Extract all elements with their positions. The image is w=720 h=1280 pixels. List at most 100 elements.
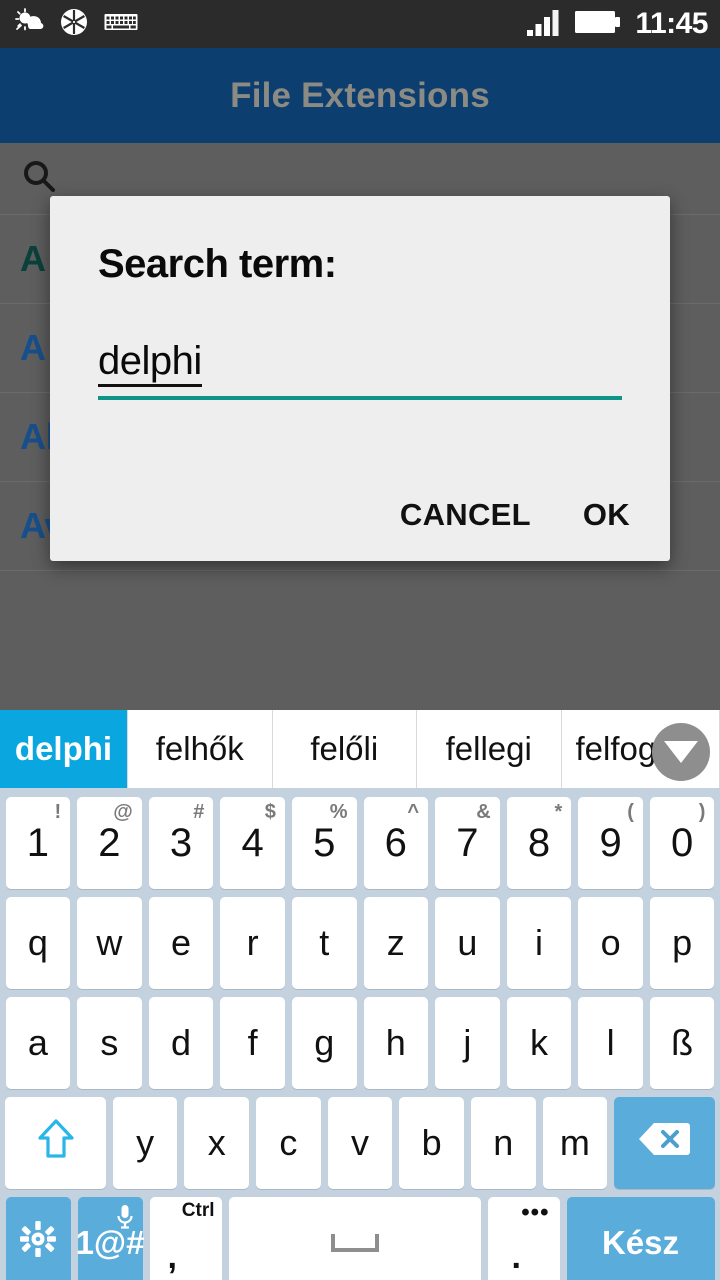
key-sup: $ bbox=[264, 801, 276, 823]
ok-button[interactable]: OK bbox=[583, 497, 630, 533]
key-q[interactable]: q bbox=[5, 897, 71, 989]
key-label: 8 bbox=[527, 820, 551, 865]
suggestion-strip: delphi felhők felőli fellegi felfogi bbox=[0, 710, 720, 788]
suggestion-item[interactable]: fellegi bbox=[417, 710, 562, 788]
key-9[interactable]: ( 9 bbox=[578, 797, 643, 889]
expand-suggestions-button[interactable] bbox=[652, 723, 710, 781]
app-bar: File Extensions bbox=[0, 48, 720, 143]
key-p[interactable]: p bbox=[649, 897, 715, 989]
keyboard-row-3: y x c v b n m bbox=[0, 1094, 720, 1192]
key-v[interactable]: v bbox=[327, 1097, 393, 1189]
keyboard-icon bbox=[104, 11, 138, 38]
key-sup: * bbox=[554, 801, 563, 823]
key-label: 2 bbox=[98, 820, 121, 865]
dialog-input-wrapper[interactable]: delphi bbox=[98, 341, 622, 400]
key-3[interactable]: # 3 bbox=[148, 797, 214, 889]
key-n[interactable]: n bbox=[470, 1097, 536, 1189]
key-label: 4 bbox=[241, 820, 264, 865]
key-y[interactable]: y bbox=[112, 1097, 178, 1189]
key-label: 5 bbox=[313, 820, 336, 865]
key-r[interactable]: r bbox=[220, 897, 285, 989]
on-screen-keyboard: delphi felhők felőli fellegi felfogi ! 1… bbox=[0, 710, 720, 1280]
spacebar-icon bbox=[330, 1234, 379, 1252]
key-2[interactable]: @ 2 bbox=[77, 797, 142, 889]
dialog-title: Search term: bbox=[98, 242, 337, 286]
symbols-key[interactable]: 1@# bbox=[76, 1197, 144, 1280]
microphone-icon bbox=[115, 1200, 135, 1238]
key-a[interactable]: a bbox=[5, 997, 71, 1089]
key-label: 0 bbox=[671, 820, 694, 865]
key-label: 3 bbox=[169, 820, 193, 865]
done-key[interactable]: Kész bbox=[566, 1197, 715, 1280]
key-f[interactable]: f bbox=[220, 997, 285, 1089]
key-sup: % bbox=[329, 801, 348, 823]
key-0[interactable]: ) 0 bbox=[649, 797, 715, 889]
key-8[interactable]: * 8 bbox=[506, 797, 572, 889]
space-key[interactable] bbox=[228, 1197, 481, 1280]
key-k[interactable]: k bbox=[506, 997, 572, 1089]
key-sup: ! bbox=[54, 801, 62, 823]
key-7[interactable]: & 7 bbox=[435, 797, 500, 889]
status-bar-right-icons: 11:45 bbox=[527, 8, 708, 41]
key-eszett[interactable]: ß bbox=[649, 997, 715, 1089]
key-h[interactable]: h bbox=[363, 997, 429, 1089]
dialog-actions: CANCEL OK bbox=[400, 497, 630, 533]
gear-icon bbox=[18, 1219, 58, 1268]
key-c[interactable]: c bbox=[256, 1097, 321, 1189]
keyboard-row-numbers: ! 1 @ 2 # 3 $ 4 % 5 ^ 6 & 7 * 8 (9) 0 bbox=[0, 794, 720, 892]
key-label: 1 bbox=[26, 820, 49, 865]
backspace-icon bbox=[637, 1120, 691, 1167]
comma-key-sup: Ctrl bbox=[181, 1200, 215, 1221]
search-term-dialog: Search term: delphi CANCEL OK bbox=[50, 196, 670, 561]
suggestion-item[interactable]: felőli bbox=[273, 710, 417, 788]
status-bar: 11:45 bbox=[0, 0, 720, 48]
search-term-input-value[interactable]: delphi bbox=[98, 341, 202, 387]
key-m[interactable]: m bbox=[542, 1097, 608, 1189]
shift-key[interactable] bbox=[5, 1097, 106, 1189]
key-b[interactable]: b bbox=[399, 1097, 464, 1189]
suggestion-item[interactable]: delphi bbox=[0, 710, 128, 788]
shift-arrow-icon bbox=[36, 1117, 76, 1170]
key-d[interactable]: d bbox=[148, 997, 214, 1089]
key-4[interactable]: $ 4 bbox=[220, 797, 285, 889]
key-1[interactable]: ! 1 bbox=[5, 797, 71, 889]
period-key[interactable]: ••• . bbox=[487, 1197, 560, 1280]
cancel-button[interactable]: CANCEL bbox=[400, 497, 531, 533]
key-z[interactable]: z bbox=[363, 897, 429, 989]
battery-icon bbox=[575, 9, 621, 40]
key-5[interactable]: % 5 bbox=[291, 797, 357, 889]
key-l[interactable]: l bbox=[578, 997, 643, 1089]
key-w[interactable]: w bbox=[77, 897, 142, 989]
suggestion-item[interactable]: felhők bbox=[128, 710, 273, 788]
keyboard-row-function: 1@# Ctrl , ••• . Kész bbox=[0, 1194, 720, 1280]
input-focus-underline bbox=[98, 396, 622, 400]
key-sup: # bbox=[193, 801, 205, 823]
key-e[interactable]: e bbox=[148, 897, 214, 989]
key-u[interactable]: u bbox=[435, 897, 500, 989]
key-t[interactable]: t bbox=[291, 897, 357, 989]
key-j[interactable]: j bbox=[435, 997, 500, 1089]
keyboard-settings-key[interactable] bbox=[5, 1197, 71, 1280]
key-g[interactable]: g bbox=[291, 997, 357, 1089]
keyboard-row-2: a s d f g h j k l ß bbox=[0, 994, 720, 1092]
key-s[interactable]: s bbox=[77, 997, 142, 1089]
status-bar-clock: 11:45 bbox=[635, 7, 708, 40]
key-i[interactable]: i bbox=[506, 897, 572, 989]
search-icon bbox=[22, 159, 56, 198]
key-o[interactable]: o bbox=[578, 897, 643, 989]
key-sup: ( bbox=[627, 801, 634, 823]
chevron-down-icon bbox=[664, 741, 698, 763]
key-6[interactable]: ^ 6 bbox=[363, 797, 429, 889]
key-label: 7 bbox=[456, 820, 479, 865]
keyboard-row-1: q w e r t z u i o p bbox=[0, 894, 720, 992]
key-sup: ) bbox=[698, 801, 706, 823]
phone-screen: 11:45 File Extensions A A Absolute Datab… bbox=[0, 0, 720, 1280]
weather-icon bbox=[14, 7, 44, 41]
key-x[interactable]: x bbox=[184, 1097, 250, 1189]
comma-key[interactable]: Ctrl , bbox=[149, 1197, 222, 1280]
key-sup: & bbox=[476, 801, 491, 823]
signal-icon bbox=[527, 8, 561, 41]
page-title: File Extensions bbox=[230, 75, 490, 115]
backspace-key[interactable] bbox=[614, 1097, 715, 1189]
key-sup: ^ bbox=[407, 801, 420, 823]
